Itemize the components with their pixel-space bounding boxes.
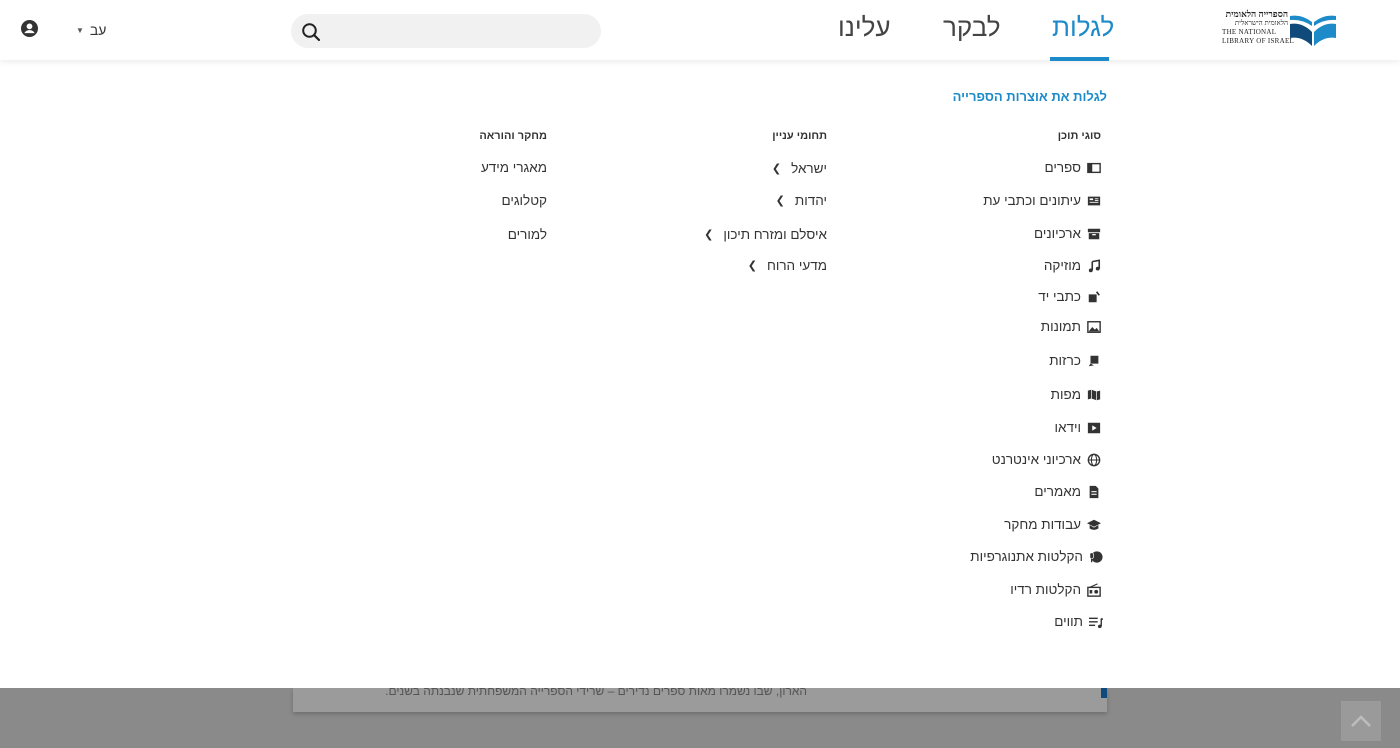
- menu-item-music[interactable]: מוזיקה: [1044, 258, 1101, 273]
- menu-item-label: יהדות: [794, 193, 827, 208]
- globe-mic-icon: [1089, 550, 1103, 563]
- menu-item-archives[interactable]: ארכיונים: [1034, 226, 1101, 241]
- menu-item-articles[interactable]: מאמרים: [1034, 484, 1101, 499]
- logo-line-1: הספרייה הלאומית: [1225, 9, 1288, 19]
- user-account-icon[interactable]: [21, 20, 38, 37]
- search-bar: [291, 14, 601, 50]
- menu-item-label: עבודות מחקר: [1004, 517, 1081, 532]
- research-heading: מחקר והוראה: [479, 130, 547, 142]
- menu-item-label: תמונות: [1040, 319, 1081, 334]
- menu-item-manuscripts[interactable]: כתבי יד: [1038, 289, 1101, 304]
- menu-title[interactable]: לגלות את אוצרות הספרייה: [953, 89, 1107, 104]
- logo-book-icon: [1290, 15, 1336, 46]
- menu-item-posters[interactable]: כרזות: [1049, 353, 1101, 368]
- site-header: ▼ עב עלינו לבקר לגלות הספרייה הלאומית הל…: [0, 0, 1400, 61]
- logo-line-3: THE NATIONAL: [1222, 28, 1277, 36]
- logo-text: הספרייה הלאומית הלאומית הישראלית THE NAT…: [1222, 9, 1295, 46]
- menu-item-label: איסלם ומזרח תיכון: [723, 227, 827, 242]
- menu-item-label: הקלטות רדיו: [1010, 582, 1081, 597]
- menu-item-sheet-music[interactable]: תווים: [1054, 614, 1103, 629]
- library-logo[interactable]: הספרייה הלאומית הלאומית הישראלית THE NAT…: [1222, 8, 1338, 52]
- chevron-right-icon: ❯: [704, 229, 714, 241]
- chevron-up-icon: [1351, 715, 1371, 727]
- search-icon[interactable]: [301, 22, 321, 42]
- menu-item-video[interactable]: וידאו: [1055, 420, 1101, 435]
- menu-item-label: כרזות: [1049, 353, 1081, 368]
- newspaper-icon: [1087, 196, 1101, 205]
- menu-item-ethnographic-recordings[interactable]: הקלטות אתנוגרפיות: [970, 549, 1103, 564]
- language-selector[interactable]: ▼ עב: [76, 22, 106, 38]
- topics-heading: תחומי עניין: [772, 130, 827, 142]
- radio-icon: [1087, 582, 1101, 597]
- discover-mega-menu: לגלות את אוצרות הספרייה סוגי תוכן תחומי …: [0, 60, 1400, 688]
- card-accent: [1101, 688, 1107, 698]
- menu-item-islam-middle-east[interactable]: איסלם ומזרח תיכון ❯: [704, 227, 827, 242]
- logo-line-2: הלאומית הישראלית: [1234, 19, 1288, 27]
- chevron-right-icon: ❯: [747, 260, 757, 272]
- manuscript-icon: [1088, 290, 1100, 302]
- graduation-cap-icon: [1087, 519, 1101, 530]
- menu-item-theses[interactable]: עבודות מחקר: [1004, 517, 1101, 532]
- menu-item-label: כתבי יד: [1038, 289, 1081, 304]
- image-icon: [1087, 320, 1101, 333]
- menu-item-label: תווים: [1054, 614, 1083, 629]
- menu-item-label: ארכיונים: [1033, 226, 1081, 241]
- video-icon: [1087, 422, 1101, 433]
- menu-item-label: וידאו: [1054, 420, 1081, 435]
- menu-item-label: מפות: [1050, 387, 1081, 402]
- map-icon: [1087, 389, 1101, 400]
- sheet-music-icon: [1089, 617, 1103, 628]
- document-icon: [1089, 485, 1099, 498]
- caret-down-icon: ▼: [76, 25, 84, 35]
- menu-item-label: עיתונים וכתבי עת: [983, 193, 1081, 208]
- language-label: עב: [89, 22, 107, 38]
- scroll-to-top-button[interactable]: [1341, 701, 1381, 741]
- menu-item-teachers[interactable]: למורים: [508, 227, 547, 242]
- chevron-right-icon: ❯: [775, 195, 785, 207]
- logo-line-4: LIBRARY OF ISRAEL: [1222, 37, 1295, 45]
- globe-icon: [1087, 453, 1101, 466]
- menu-item-label: הקלטות אתנוגרפיות: [970, 549, 1083, 564]
- menu-item-label: למורים: [507, 227, 547, 242]
- menu-item-web-archives[interactable]: ארכיוני אינטרנט: [992, 452, 1101, 467]
- menu-item-label: מאגרי מידע: [480, 160, 547, 175]
- menu-item-radio-recordings[interactable]: הקלטות רדיו: [1010, 582, 1101, 597]
- menu-item-label: מוזיקה: [1043, 258, 1081, 273]
- menu-item-label: ישראל: [791, 161, 827, 176]
- menu-item-label: מאמרים: [1034, 484, 1081, 499]
- menu-item-humanities[interactable]: מדעי הרוח ❯: [748, 258, 827, 273]
- nav-tab-about[interactable]: עלינו: [838, 10, 891, 44]
- music-note-icon: [1088, 258, 1101, 272]
- chevron-right-icon: ❯: [771, 163, 782, 175]
- nav-tab-discover[interactable]: לגלות: [1052, 10, 1114, 44]
- menu-item-databases[interactable]: מאגרי מידע: [481, 160, 547, 175]
- menu-item-maps[interactable]: מפות: [1051, 387, 1101, 402]
- poster-icon: [1088, 355, 1099, 366]
- content-types-heading: סוגי תוכן: [1057, 130, 1101, 142]
- menu-item-newspapers[interactable]: עיתונים וכתבי עת: [983, 193, 1101, 208]
- book-icon: [1087, 162, 1101, 173]
- menu-item-images[interactable]: תמונות: [1041, 319, 1101, 334]
- menu-item-label: ארכיוני אינטרנט: [991, 452, 1081, 467]
- menu-item-judaism[interactable]: יהדות ❯: [776, 193, 827, 208]
- nav-tab-visit[interactable]: לבקר: [943, 10, 1001, 44]
- menu-item-catalogs[interactable]: קטלוגים: [501, 193, 547, 208]
- menu-item-label: מדעי הרוח: [766, 258, 827, 273]
- search-input[interactable]: [335, 14, 589, 50]
- menu-item-israel[interactable]: ישראל ❯: [772, 161, 827, 176]
- active-tab-indicator: [1050, 57, 1109, 61]
- menu-item-books[interactable]: ספרים: [1044, 160, 1101, 175]
- menu-item-label: קטלוגים: [501, 193, 547, 208]
- archive-box-icon: [1087, 228, 1101, 239]
- background-content-card: הארון, שבו נשמרו מאות ספרים נדירים – שרי…: [293, 684, 1107, 712]
- menu-item-label: ספרים: [1044, 160, 1081, 175]
